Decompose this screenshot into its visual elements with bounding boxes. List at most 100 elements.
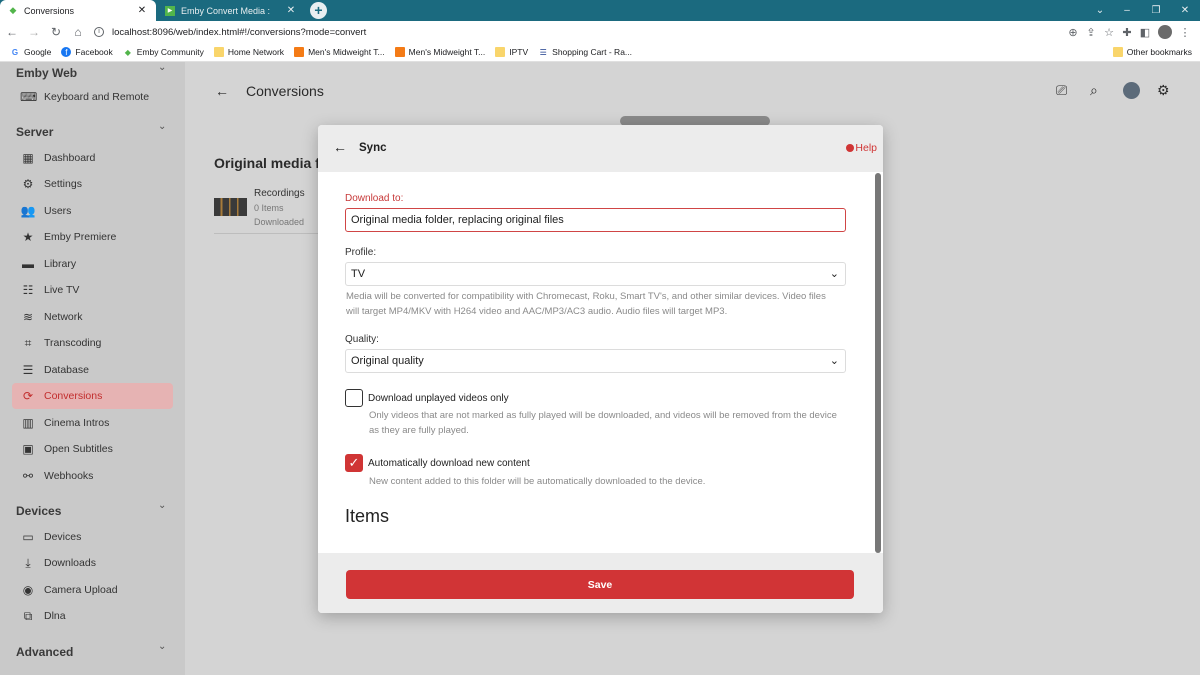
user-avatar[interactable]	[1123, 82, 1140, 99]
profile-select[interactable]: TV ⌄	[345, 262, 846, 286]
save-button[interactable]: Save	[346, 570, 854, 599]
url-text: localhost:8096/web/index.html#!/conversi…	[112, 26, 367, 38]
other-bookmarks[interactable]: Other bookmarks	[1112, 47, 1192, 57]
camera-icon: ◉	[22, 583, 34, 597]
star-icon: ★	[22, 230, 34, 244]
section-server[interactable]: Server	[16, 125, 53, 139]
chevron-down-icon: ⌄	[829, 355, 839, 367]
emby-favicon-icon: ◆	[9, 5, 17, 15]
divider	[214, 233, 318, 234]
gear-icon[interactable]: ⚙	[1157, 82, 1170, 99]
sidebar-item-camera-upload[interactable]: ◉ Camera Upload	[12, 577, 173, 603]
bookmark-facebook[interactable]: f Facebook	[61, 47, 113, 57]
bookmark-home-network[interactable]: Home Network	[213, 47, 284, 57]
reload-icon[interactable]: ↻	[46, 25, 66, 39]
bookmark-mens-2[interactable]: Men's Midweight T...	[394, 47, 485, 57]
sidebar-item-devices[interactable]: ▭ Devices	[12, 524, 173, 550]
sidebar-item-cinema-intros[interactable]: ▥ Cinema Intros	[12, 410, 173, 436]
site-info-icon[interactable]: i	[94, 27, 104, 37]
auto-download-label[interactable]: Automatically download new content	[368, 458, 530, 469]
forward-icon[interactable]: →	[24, 25, 44, 39]
sidebar-item-conversions[interactable]: ⟳ Conversions	[12, 383, 173, 409]
sidebar-item-transcoding[interactable]: ⌗ Transcoding	[12, 330, 173, 356]
dashboard-icon: ▦	[22, 151, 34, 165]
window-close-icon[interactable]: ✕	[1170, 0, 1200, 21]
search-icon[interactable]: ⌕	[1090, 82, 1098, 99]
recording-title[interactable]: Recordings	[254, 188, 305, 199]
download-to-field[interactable]: Original media folder, replacing origina…	[345, 208, 846, 232]
sidebar: Emby Web ⌄ ⌨ Keyboard and Remote Server ⌄…	[0, 62, 185, 675]
minimize-icon[interactable]: –	[1112, 0, 1142, 21]
sidebar-item-emby-premiere[interactable]: ★ Emby Premiere	[12, 224, 173, 250]
bookmark-star-icon[interactable]: ☆	[1100, 26, 1118, 39]
sidebar-item-dlna[interactable]: ⧉ Dlna	[12, 603, 173, 629]
gear-icon: ⚙	[22, 177, 34, 191]
bookmark-emby-community[interactable]: ◆ Emby Community	[123, 47, 204, 57]
chevron-down-icon: ⌄	[829, 268, 839, 280]
sidebar-item-open-subtitles[interactable]: ▣ Open Subtitles	[12, 436, 173, 462]
sync-icon: ⟳	[22, 389, 34, 403]
unplayed-help-text: Only videos that are not marked as fully…	[369, 410, 837, 436]
folder-icon	[1112, 47, 1123, 57]
chevron-down-icon[interactable]: ⌄	[158, 121, 166, 132]
close-icon[interactable]: ✕	[136, 5, 148, 16]
keyboard-icon: ⌨	[20, 90, 38, 104]
emby-icon: ◆	[124, 47, 131, 57]
chevron-down-icon[interactable]: ⌄	[158, 641, 166, 652]
crop-icon: ⌗	[24, 335, 32, 350]
sidebar-item-database[interactable]: ☰ Database	[12, 357, 173, 383]
menu-icon[interactable]: ⋮	[1176, 26, 1194, 39]
tab-title: Emby Convert Media :	[181, 5, 271, 16]
chevron-down-icon[interactable]: ⌄	[158, 500, 166, 511]
back-icon[interactable]: ←	[2, 25, 22, 39]
sidebar-item-network[interactable]: ≋ Network	[12, 304, 173, 330]
checkmark-icon: ✓	[348, 455, 360, 470]
sidebar-item-dashboard[interactable]: ▦ Dashboard	[12, 145, 173, 171]
sidebar-item-library[interactable]: ▬ Library	[12, 251, 173, 277]
help-link[interactable]: Help	[846, 142, 877, 154]
store-icon	[294, 47, 305, 57]
back-arrow-icon[interactable]: ←	[215, 83, 229, 99]
share-icon[interactable]: ⇪	[1082, 26, 1100, 39]
dialog-scrollbar[interactable]	[875, 173, 881, 553]
bookmark-shopping-cart[interactable]: ☰ Shopping Cart - Ra...	[538, 47, 632, 57]
section-devices[interactable]: Devices	[16, 504, 61, 518]
recordings-thumbnail[interactable]	[214, 198, 247, 216]
profile-help-text: Media will be converted for compatibilit…	[346, 291, 826, 317]
bookmarks-bar: G Google f Facebook ◆ Emby Community Home N…	[0, 43, 1200, 62]
restore-icon[interactable]: ❐	[1141, 0, 1171, 21]
zoom-icon[interactable]: ⊕	[1064, 26, 1082, 39]
section-emby-web[interactable]: Emby Web	[16, 66, 77, 80]
bookmark-google[interactable]: G Google	[10, 47, 52, 57]
unplayed-checkbox[interactable]	[345, 389, 363, 407]
recording-count: 0 Items	[254, 203, 284, 213]
sidebar-item-webhooks[interactable]: ⚯ Webhooks	[12, 463, 173, 489]
tab-emby-convert[interactable]: ▶ Emby Convert Media : ✕	[157, 0, 305, 21]
cast-icon[interactable]: ⎚	[1056, 82, 1067, 99]
close-icon[interactable]: ✕	[285, 5, 297, 16]
sidebar-item-live-tv[interactable]: ☷ Live TV	[12, 277, 173, 303]
profile-avatar[interactable]	[1158, 25, 1172, 39]
store-icon	[394, 47, 405, 57]
sidebar-item-users[interactable]: 👥 Users	[12, 198, 173, 224]
chevron-up-icon[interactable]: ⌄	[158, 62, 166, 73]
home-icon[interactable]: ⌂	[68, 25, 88, 39]
quality-select[interactable]: Original quality ⌄	[345, 349, 846, 373]
new-tab-button[interactable]: +	[310, 2, 327, 19]
folder-icon	[213, 47, 224, 57]
bookmark-mens-1[interactable]: Men's Midweight T...	[294, 47, 385, 57]
section-advanced[interactable]: Advanced	[16, 645, 73, 659]
tab-search-icon[interactable]: ⌄	[1085, 0, 1115, 21]
unplayed-label[interactable]: Download unplayed videos only	[368, 393, 509, 404]
address-bar[interactable]: i localhost:8096/web/index.html#!/conver…	[94, 27, 1064, 38]
browser-toolbar: ← → ↻ ⌂ i localhost:8096/web/index.html#…	[0, 21, 1200, 43]
sidebar-item-settings[interactable]: ⚙ Settings	[12, 171, 173, 197]
sidebar-item-downloads[interactable]: ⤓ Downloads	[12, 550, 173, 576]
tab-conversions[interactable]: ◆ Conversions ✕	[0, 0, 156, 21]
bookmark-iptv[interactable]: IPTV	[495, 47, 528, 57]
sidebar-item-keyboard[interactable]: ⌨ Keyboard and Remote	[12, 84, 173, 110]
side-panel-icon[interactable]: ◧	[1136, 26, 1154, 39]
auto-download-checkbox[interactable]: ✓	[345, 454, 363, 472]
extensions-icon[interactable]: ✚	[1118, 26, 1136, 39]
back-arrow-icon[interactable]: ←	[333, 139, 347, 155]
